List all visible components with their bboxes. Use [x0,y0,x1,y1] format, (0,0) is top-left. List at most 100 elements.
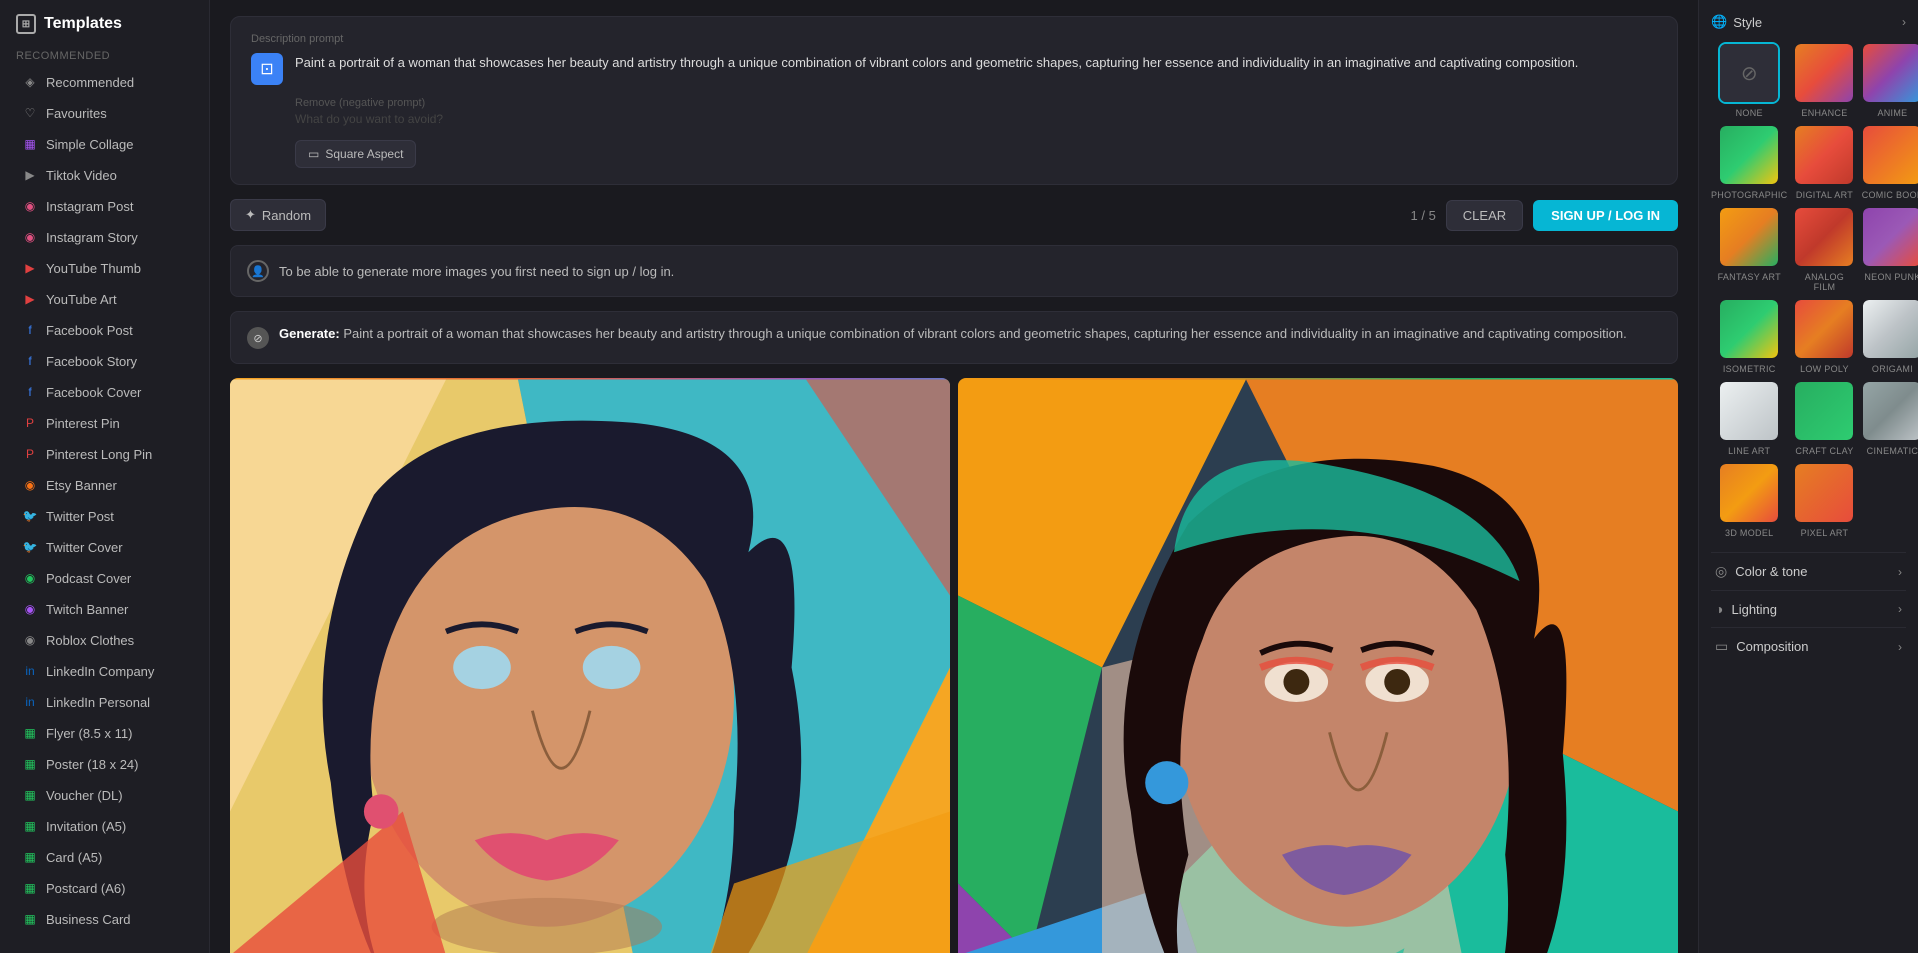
style-item-enhance[interactable]: ENHANCE [1793,42,1855,118]
sidebar-item-recommended[interactable]: ◈ Recommended [6,67,203,97]
sidebar-icon-simple-collage: ▦ [22,136,38,152]
sidebar-item-pinterest-pin[interactable]: P Pinterest Pin [6,408,203,438]
style-item-origami[interactable]: ORIGAMI [1861,298,1918,374]
sidebar-label-favourites: Favourites [46,106,107,121]
prompt-icon-row: ⊡ Paint a portrait of a woman that showc… [251,53,1657,85]
style-item-3d-model[interactable]: 3D MODEL [1711,462,1787,538]
sidebar-label-recommended: Recommended [46,75,134,90]
sidebar-item-postcard[interactable]: ▦ Postcard (A6) [6,873,203,903]
sidebar-label-card-a5: Card (A5) [46,850,102,865]
sidebar-title-text: Templates [44,15,122,33]
aspect-button[interactable]: ▭ Square Aspect [295,140,416,168]
sidebar-icon-podcast-cover: ◉ [22,570,38,586]
sidebar-label-tiktok-video: Tiktok Video [46,168,117,183]
recommended-section-label: Recommended [0,44,209,66]
sidebar-item-podcast-cover[interactable]: ◉ Podcast Cover [6,563,203,593]
generate-text: Generate: Paint a portrait of a woman th… [279,326,1627,341]
sidebar-item-facebook-story[interactable]: f Facebook Story [6,346,203,376]
sidebar-item-twitter-cover[interactable]: 🐦 Twitter Cover [6,532,203,562]
sidebar-item-roblox-clothes[interactable]: ◉ Roblox Clothes [6,625,203,655]
style-item-photographic[interactable]: PHOTOGRAPHIC [1711,124,1787,200]
composition-chevron: › [1898,640,1902,654]
random-button[interactable]: ✦ Random [230,199,326,231]
sidebar-item-facebook-cover[interactable]: f Facebook Cover [6,377,203,407]
negative-prompt-label: Remove (negative prompt) [295,97,1657,109]
sidebar-item-voucher[interactable]: ▦ Voucher (DL) [6,780,203,810]
lighting-icon: ◑ [1715,601,1723,617]
prompt-text[interactable]: Paint a portrait of a woman that showcas… [295,53,1578,73]
style-label-comic-book: COMIC BOOK [1862,190,1918,200]
sidebar-item-simple-collage[interactable]: ▦ Simple Collage [6,129,203,159]
sidebar-label-postcard: Postcard (A6) [46,881,125,896]
sidebar-item-etsy-banner[interactable]: ◉ Etsy Banner [6,470,203,500]
color-tone-section[interactable]: ◎ Color & tone › [1711,552,1906,590]
generated-image-left[interactable] [230,378,950,953]
style-label-cinematic: CINEMATIC [1867,446,1918,456]
signup-button[interactable]: SIGN UP / LOG IN [1533,200,1678,231]
sidebar-item-tiktok-video[interactable]: ▶ Tiktok Video [6,160,203,190]
sidebar-icon-voucher: ▦ [22,787,38,803]
sidebar-item-twitter-post[interactable]: 🐦 Twitter Post [6,501,203,531]
style-img-neon-punk [1861,206,1918,268]
style-header: 🌐 Style › [1711,14,1906,30]
sidebar-item-linkedin-personal[interactable]: in LinkedIn Personal [6,687,203,717]
style-label-digital-art: DIGITAL ART [1796,190,1853,200]
sidebar-item-facebook-post[interactable]: f Facebook Post [6,315,203,345]
main-content: Description prompt ⊡ Paint a portrait of… [210,0,1698,953]
negative-prompt-placeholder[interactable]: What do you want to avoid? [295,112,1657,126]
composition-label: Composition [1736,639,1808,654]
style-item-fantasy-art[interactable]: FANTASY ART [1711,206,1787,292]
style-item-craft-clay[interactable]: CRAFT CLAY [1793,380,1855,456]
style-item-analog-film[interactable]: ANALOG FILM [1793,206,1855,292]
sidebar-icon-tiktok-video: ▶ [22,167,38,183]
color-tone-chevron: › [1898,565,1902,579]
sidebar-item-youtube-thumb[interactable]: ▶ YouTube Thumb [6,253,203,283]
style-item-digital-art[interactable]: DIGITAL ART [1793,124,1855,200]
style-item-cinematic[interactable]: CINEMATIC [1861,380,1918,456]
sidebar-item-youtube-art[interactable]: ▶ YouTube Art [6,284,203,314]
sidebar-item-favourites[interactable]: ♡ Favourites [6,98,203,128]
sidebar-item-poster[interactable]: ▦ Poster (18 x 24) [6,749,203,779]
style-item-pixel-art[interactable]: PIXEL ART [1793,462,1855,538]
globe-icon: 🌐 [1711,14,1727,30]
lighting-section[interactable]: ◑ Lighting › [1711,590,1906,627]
style-label-none: NONE [1736,108,1763,118]
style-label-origami: ORIGAMI [1872,364,1913,374]
sidebar-item-linkedin-company[interactable]: in LinkedIn Company [6,656,203,686]
style-label-3d-model: 3D MODEL [1725,528,1773,538]
sidebar-item-business-card[interactable]: ▦ Business Card [6,904,203,934]
style-item-neon-punk[interactable]: NEON PUNK [1861,206,1918,292]
sidebar-icon-pinterest-long: P [22,446,38,462]
sidebar-item-instagram-post[interactable]: ◉ Instagram Post [6,191,203,221]
style-label-analog-film: ANALOG FILM [1793,272,1855,292]
prompt-card: Description prompt ⊡ Paint a portrait of… [230,16,1678,185]
style-item-isometric[interactable]: ISOMETRIC [1711,298,1787,374]
style-label-pixel-art: PIXEL ART [1801,528,1849,538]
style-item-comic-book[interactable]: COMIC BOOK [1861,124,1918,200]
sidebar-icon-roblox-clothes: ◉ [22,632,38,648]
sidebar-item-instagram-story[interactable]: ◉ Instagram Story [6,222,203,252]
sidebar-item-flyer[interactable]: ▦ Flyer (8.5 x 11) [6,718,203,748]
style-item-line-art[interactable]: LINE ART [1711,380,1787,456]
sidebar-icon-twitch-banner: ◉ [22,601,38,617]
sidebar-icon-flyer: ▦ [22,725,38,741]
sidebar-title: ⊞ Templates [0,0,209,44]
clear-button[interactable]: CLEAR [1446,200,1523,231]
sidebar-item-card-a5[interactable]: ▦ Card (A5) [6,842,203,872]
color-tone-icon: ◎ [1715,563,1727,580]
generated-image-right[interactable] [958,378,1678,953]
sidebar-label-linkedin-personal: LinkedIn Personal [46,695,150,710]
style-grid: ⊘ NONE ENHANCE ANIME PHOTOGRAPHIC DIGITA… [1711,42,1906,538]
composition-section[interactable]: ▭ Composition › [1711,627,1906,665]
sidebar-label-flyer: Flyer (8.5 x 11) [46,726,132,741]
generate-description: Paint a portrait of a woman that showcas… [343,326,1626,341]
style-item-none[interactable]: ⊘ NONE [1711,42,1787,118]
style-item-anime[interactable]: ANIME [1861,42,1918,118]
style-label-line-art: LINE ART [1728,446,1770,456]
style-label-fantasy-art: FANTASY ART [1718,272,1781,282]
style-item-low-poly[interactable]: LOW POLY [1793,298,1855,374]
sidebar-item-pinterest-long[interactable]: P Pinterest Long Pin [6,439,203,469]
style-img-none: ⊘ [1718,42,1780,104]
sidebar-item-invitation[interactable]: ▦ Invitation (A5) [6,811,203,841]
sidebar-item-twitch-banner[interactable]: ◉ Twitch Banner [6,594,203,624]
